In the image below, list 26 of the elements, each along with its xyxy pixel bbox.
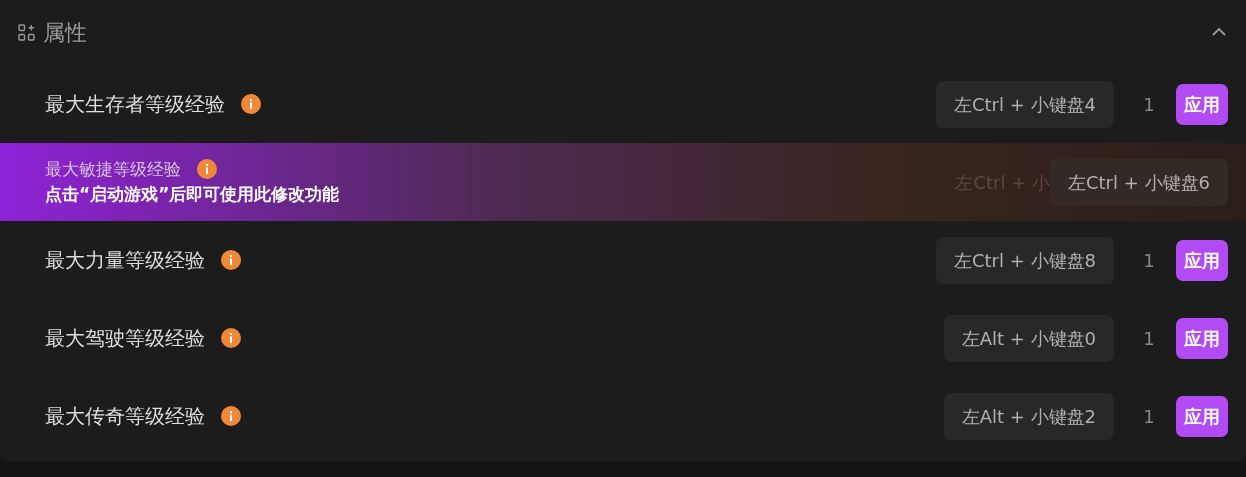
apply-button[interactable]: 应用	[1176, 317, 1228, 359]
apply-button[interactable]: 应用	[1176, 395, 1228, 437]
setting-title: 最大力量等级经验	[45, 247, 205, 274]
info-icon[interactable]	[221, 328, 241, 348]
info-icon[interactable]	[197, 159, 217, 180]
info-icon[interactable]	[221, 250, 241, 270]
hotkey-box[interactable]: 左Ctrl + 小键盘4	[936, 80, 1114, 128]
hotkey-box[interactable]: 左Alt + 小键盘2	[943, 392, 1114, 440]
info-icon[interactable]	[221, 406, 241, 426]
hotkey-box[interactable]: 左Ctrl + 小键盘8	[936, 236, 1114, 284]
apply-button[interactable]: 应用	[1176, 239, 1228, 281]
apply-button[interactable]: 应用	[1176, 83, 1228, 125]
setting-title: 最大传奇等级经验	[45, 403, 205, 430]
setting-title: 最大驾驶等级经验	[45, 325, 205, 352]
value-text: 1	[1142, 404, 1156, 429]
value-text: 1	[1142, 326, 1156, 351]
setting-title: 最大生存者等级经验	[45, 91, 225, 118]
info-icon[interactable]	[241, 94, 261, 114]
grid-plus-icon	[18, 24, 35, 41]
hotkey-box[interactable]: 左Ctrl + 小键盘6	[1050, 158, 1228, 206]
setting-title: 最大敏捷等级经验	[45, 157, 181, 181]
hint-message: 点击“启动游戏”后即可使用此修改功能	[45, 183, 341, 206]
value-text: 1	[1142, 92, 1156, 117]
section-title: 属性	[43, 19, 87, 47]
hotkey-box[interactable]: 左Alt + 小键盘0	[943, 314, 1114, 362]
value-text: 1	[1142, 248, 1156, 273]
